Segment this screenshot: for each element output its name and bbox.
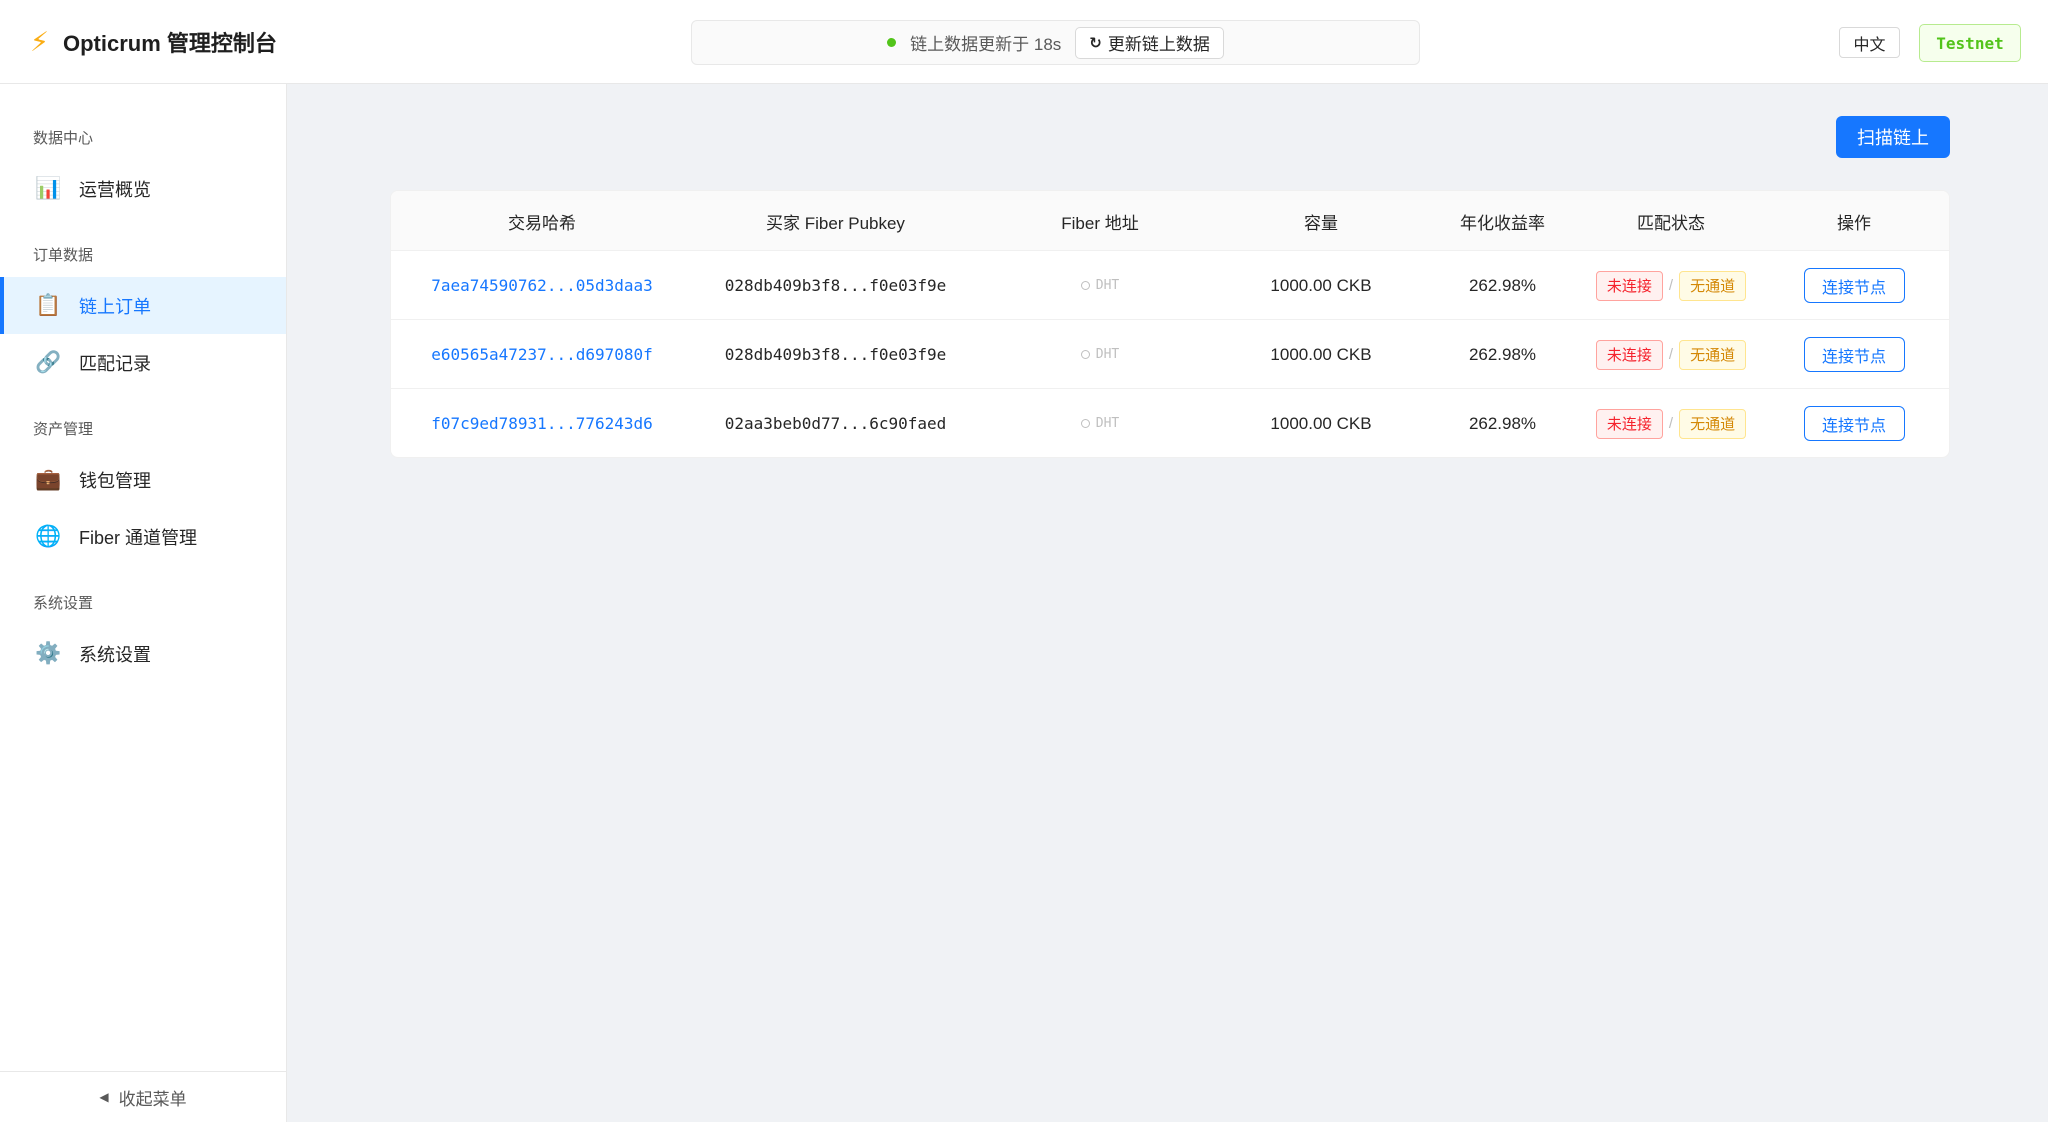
table-header: 交易哈希 买家 Fiber Pubkey Fiber 地址 容量 年化收益率 匹… — [391, 191, 1949, 251]
match-status-cell: 未连接 / 无通道 — [1585, 389, 1757, 457]
app-title: Opticrum 管理控制台 — [62, 31, 277, 56]
fiber-address: DHT — [1080, 278, 1120, 293]
lightning-icon: ⚡ — [30, 26, 49, 57]
match-status-cell: 未连接 / 无通道 — [1585, 320, 1757, 389]
status-badge-disconnected: 未连接 — [1595, 408, 1663, 439]
circle-icon — [1080, 350, 1090, 359]
tx-hash-link[interactable]: f07c9ed78931...776243d6 — [431, 414, 653, 433]
top-header: ⚡ Opticrum 管理控制台 链上数据更新于 18s ↻ 更新链上数据 中文… — [0, 0, 2048, 84]
connect-node-button[interactable]: 连接节点 — [1803, 337, 1905, 372]
separator: / — [1668, 277, 1674, 294]
sidebar-item-match-records[interactable]: 🔗 匹配记录 — [0, 334, 286, 391]
fiber-address-label: DHT — [1095, 347, 1120, 362]
connect-node-button[interactable]: 连接节点 — [1803, 406, 1905, 441]
pubkey-cell: 02aa3beb0d77...6c90faed — [724, 414, 947, 433]
table-row: f07c9ed78931...776243d6 02aa3beb0d77...6… — [391, 389, 1949, 457]
orders-table: 交易哈希 买家 Fiber Pubkey Fiber 地址 容量 年化收益率 匹… — [390, 190, 1950, 458]
fiber-address: DHT — [1080, 416, 1120, 431]
sidebar-item-label: 匹配记录 — [79, 353, 151, 374]
capacity-cell: 1000.00 CKB — [1270, 275, 1372, 295]
sidebar-item-label: 系统设置 — [79, 644, 151, 665]
sidebar-group-title: 资产管理 — [33, 421, 94, 438]
sidebar-group-title: 数据中心 — [33, 130, 94, 147]
fiber-address-label: DHT — [1095, 278, 1120, 293]
connect-node-button[interactable]: 连接节点 — [1803, 268, 1905, 303]
column-header: 匹配状态 — [1637, 213, 1705, 233]
apy-cell: 262.98% — [1468, 413, 1537, 433]
sidebar-item-wallet[interactable]: 💼 钱包管理 — [0, 451, 286, 508]
sidebar-item-label: Fiber 通道管理 — [79, 527, 198, 548]
refresh-chain-data-button[interactable]: ↻ 更新链上数据 — [1075, 26, 1224, 59]
table-row: 7aea74590762...05d3daa3 028db409b3f8...f… — [391, 251, 1949, 320]
sync-status-text: 链上数据更新于 18s — [910, 35, 1062, 54]
separator: / — [1668, 346, 1674, 363]
sidebar-group-title: 系统设置 — [33, 595, 94, 612]
status-badge-no-channel: 无通道 — [1679, 408, 1747, 439]
sidebar-item-overview[interactable]: 📊 运营概览 — [0, 160, 286, 217]
bar-chart-icon: 📊 — [35, 177, 62, 200]
table-row: e60565a47237...d697080f 028db409b3f8...f… — [391, 320, 1949, 389]
pubkey-cell: 028db409b3f8...f0e03f9e — [724, 345, 947, 364]
capacity-cell: 1000.00 CKB — [1270, 413, 1372, 433]
collapse-menu-button[interactable]: ◀ 收起菜单 — [0, 1071, 286, 1122]
tx-hash-link[interactable]: e60565a47237...d697080f — [431, 345, 653, 364]
pubkey-cell: 028db409b3f8...f0e03f9e — [724, 276, 947, 295]
sync-status-bar: 链上数据更新于 18s ↻ 更新链上数据 — [691, 20, 1420, 65]
caret-left-icon: ◀ — [99, 1090, 109, 1104]
status-dot-icon — [887, 38, 897, 47]
sidebar-group-title: 订单数据 — [33, 247, 94, 264]
collapse-menu-label: 收起菜单 — [118, 1089, 187, 1109]
circle-icon — [1080, 281, 1090, 290]
column-header: 交易哈希 — [508, 213, 576, 233]
match-status-cell: 未连接 / 无通道 — [1585, 251, 1757, 320]
brand: ⚡ Opticrum 管理控制台 — [30, 0, 277, 84]
refresh-label: 更新链上数据 — [1107, 35, 1210, 54]
globe-icon: 🌐 — [35, 525, 62, 548]
clipboard-icon: 📋 — [35, 294, 62, 317]
capacity-cell: 1000.00 CKB — [1270, 344, 1372, 364]
sidebar: 数据中心 📊 运营概览 订单数据 📋 链上订单 🔗 匹配记录 资产管理 💼 钱包… — [0, 84, 287, 1122]
circle-icon — [1080, 419, 1090, 428]
status-badge-no-channel: 无通道 — [1679, 339, 1747, 370]
status-badge-disconnected: 未连接 — [1595, 270, 1663, 301]
briefcase-icon: 💼 — [35, 468, 62, 491]
refresh-icon: ↻ — [1089, 34, 1102, 52]
language-switch-button[interactable]: 中文 — [1839, 27, 1900, 58]
status-badge-no-channel: 无通道 — [1679, 270, 1747, 301]
sidebar-item-chain-orders[interactable]: 📋 链上订单 — [0, 277, 286, 334]
column-header: 容量 — [1304, 213, 1338, 233]
sidebar-item-settings[interactable]: ⚙️ 系统设置 — [0, 625, 286, 682]
scan-chain-button[interactable]: 扫描链上 — [1836, 116, 1950, 158]
apy-cell: 262.98% — [1468, 275, 1537, 295]
link-icon: 🔗 — [35, 351, 62, 374]
status-badge-disconnected: 未连接 — [1595, 339, 1663, 370]
tx-hash-link[interactable]: 7aea74590762...05d3daa3 — [431, 276, 653, 295]
sidebar-item-fiber-channels[interactable]: 🌐 Fiber 通道管理 — [0, 508, 286, 565]
column-header: Fiber 地址 — [1061, 213, 1139, 233]
fiber-address: DHT — [1080, 347, 1120, 362]
column-header: 操作 — [1837, 213, 1871, 233]
sidebar-item-label: 钱包管理 — [79, 470, 151, 491]
network-badge: Testnet — [1919, 24, 2021, 62]
separator: / — [1668, 415, 1674, 432]
apy-cell: 262.98% — [1468, 344, 1537, 364]
gear-icon: ⚙️ — [35, 642, 62, 665]
fiber-address-label: DHT — [1095, 416, 1120, 431]
column-header: 年化收益率 — [1460, 213, 1545, 233]
sidebar-item-label: 运营概览 — [79, 179, 151, 200]
sidebar-item-label: 链上订单 — [79, 296, 151, 317]
column-header: 买家 Fiber Pubkey — [766, 213, 905, 233]
